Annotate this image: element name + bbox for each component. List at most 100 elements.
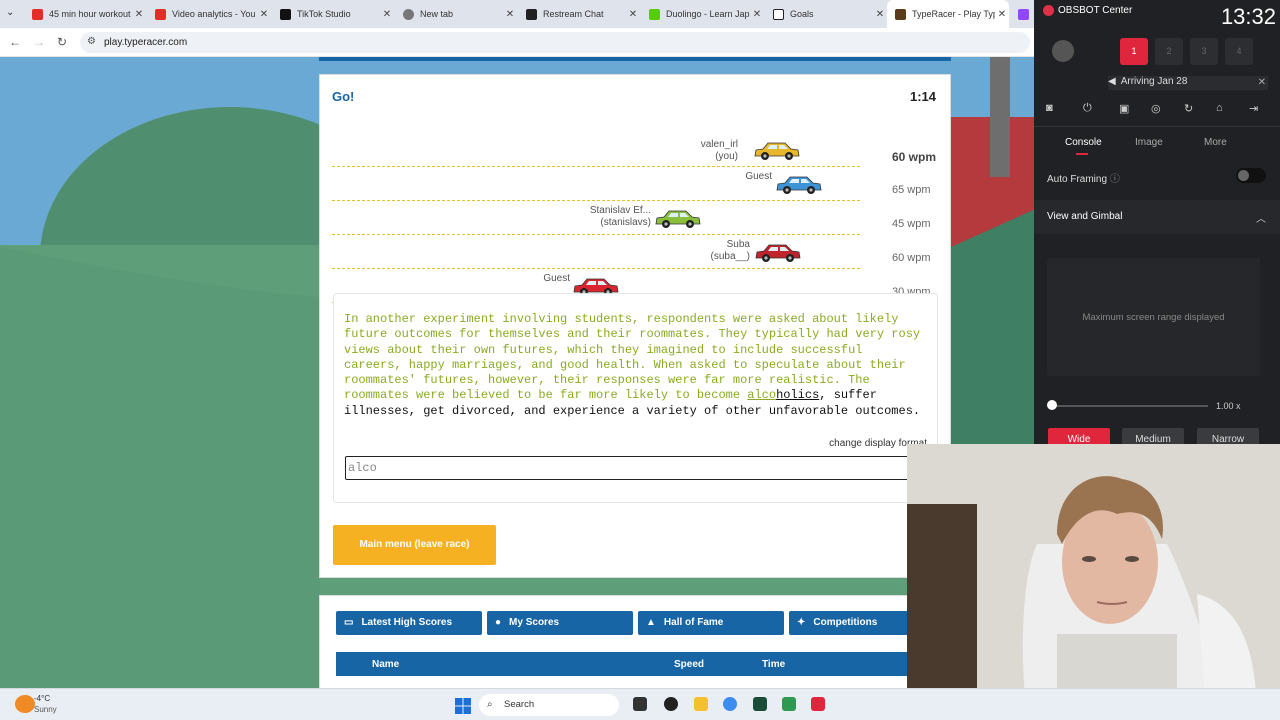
framing-medium-button[interactable]: Medium bbox=[1122, 428, 1184, 444]
column-time: Time bbox=[762, 659, 786, 670]
record-icon[interactable]: ▣ bbox=[1119, 102, 1129, 115]
browser-tab[interactable]: Goals ✕ bbox=[765, 0, 887, 28]
tab-indicator bbox=[1076, 153, 1088, 155]
close-tab-icon[interactable]: ✕ bbox=[626, 9, 640, 20]
task-view-icon[interactable] bbox=[633, 697, 647, 711]
weather-icon[interactable] bbox=[15, 695, 35, 713]
racer-lane: Guest 65 wpm bbox=[320, 167, 940, 201]
power-icon[interactable]: ⏻ bbox=[1083, 102, 1092, 115]
browser-tab[interactable]: Video analytics - You ✕ bbox=[147, 0, 271, 28]
main-menu-button[interactable]: Main menu (leave race) bbox=[333, 525, 496, 565]
address-bar[interactable]: play.typeracer.com bbox=[80, 32, 1030, 53]
passage-panel: In another experiment involving students… bbox=[333, 293, 938, 503]
obsbot-panel: OBSBOT Center 13:32 1 2 3 4 ◀ Arriving Ja… bbox=[1034, 0, 1280, 444]
zoom-slider-handle[interactable] bbox=[1047, 400, 1057, 410]
taskbar-search[interactable]: Search bbox=[479, 694, 619, 716]
tab-console[interactable]: Console bbox=[1065, 137, 1102, 148]
youtube-icon bbox=[155, 8, 166, 20]
tab-search-icon[interactable]: ⌄ bbox=[6, 7, 14, 18]
typing-input[interactable]: alco bbox=[345, 456, 915, 480]
forward-icon[interactable]: → bbox=[33, 35, 45, 49]
browser-tab-active[interactable]: TypeRacer - Play Typ ✕ bbox=[887, 0, 1009, 28]
refresh-icon[interactable]: ↻ bbox=[1184, 102, 1193, 115]
webcam-overlay bbox=[907, 444, 1280, 720]
app-icon[interactable] bbox=[753, 697, 767, 711]
browser-tab[interactable]: 45 min hour workout ✕ bbox=[24, 0, 146, 28]
column-speed: Speed bbox=[674, 659, 705, 670]
passage-current-typed: alco bbox=[747, 388, 777, 403]
spreadsheet-app-icon[interactable] bbox=[782, 697, 796, 711]
close-banner-icon[interactable]: ✕ bbox=[1258, 77, 1266, 88]
info-icon: ⓘ bbox=[1109, 174, 1120, 185]
notification-banner: ◀ Arriving Jan 28 bbox=[1108, 76, 1268, 90]
speaker-icon: ◀ bbox=[1108, 76, 1116, 87]
racer-name: Suba (suba__) bbox=[710, 239, 750, 262]
restream-icon bbox=[526, 8, 537, 20]
tracking-icon[interactable]: ◎ bbox=[1151, 102, 1161, 115]
racer-wpm: 45 wpm bbox=[892, 218, 931, 230]
browser-tab[interactable]: Duolingo - Learn Jap ✕ bbox=[641, 0, 764, 28]
racer-car bbox=[755, 244, 801, 262]
racer-name: valen_irl (you) bbox=[700, 139, 738, 162]
browser-tab[interactable]: TikTok Studio ✕ bbox=[272, 0, 394, 28]
tab-hall-of-fame[interactable]: ▲ Hall of Fame bbox=[638, 611, 784, 635]
obs-app-icon[interactable] bbox=[664, 697, 678, 711]
racer-wpm: 60 wpm bbox=[892, 252, 931, 264]
thumbs-up-icon: ▲ bbox=[646, 617, 656, 628]
device-slot-1[interactable]: 1 bbox=[1120, 38, 1148, 65]
browser-tab[interactable] bbox=[1010, 0, 1034, 28]
weather-temp: -4°C bbox=[34, 694, 51, 703]
tab-image[interactable]: Image bbox=[1135, 137, 1163, 148]
group-icon: ✦ bbox=[797, 617, 806, 628]
device-slot-2[interactable]: 2 bbox=[1155, 38, 1183, 65]
youtube-icon bbox=[32, 8, 43, 20]
racer-name: Stanislav Ef... (stanislavs) bbox=[589, 205, 651, 228]
windows-start-icon[interactable] bbox=[455, 698, 471, 714]
gimbal-icon[interactable]: ⌂ bbox=[1216, 102, 1223, 114]
race-panel: Go! 1:14 valen_irl (you) 60 wpm Guest 65 … bbox=[319, 74, 951, 578]
auto-framing-toggle[interactable] bbox=[1236, 168, 1266, 183]
tab-more[interactable]: More bbox=[1204, 137, 1227, 148]
race-status: Go! bbox=[332, 89, 355, 104]
exit-icon[interactable]: ⇥ bbox=[1249, 102, 1258, 115]
close-tab-icon[interactable]: ✕ bbox=[995, 9, 1009, 20]
close-tab-icon[interactable]: ✕ bbox=[380, 9, 394, 20]
chevron-up-icon[interactable]: ︿ bbox=[1256, 210, 1266, 225]
racer-car bbox=[776, 176, 822, 194]
avatar[interactable] bbox=[1052, 40, 1074, 62]
scores-panel: ▭ Latest High Scores ● My Scores ▲ Hall of … bbox=[319, 595, 951, 688]
divider bbox=[1034, 126, 1280, 127]
close-tab-icon[interactable]: ✕ bbox=[503, 9, 517, 20]
race-passage: In another experiment involving students… bbox=[344, 312, 922, 419]
overlay-clock: 13:32 bbox=[1220, 4, 1276, 29]
duolingo-icon bbox=[649, 8, 660, 20]
racer-car bbox=[754, 142, 800, 160]
framing-wide-button[interactable]: Wide bbox=[1048, 428, 1110, 444]
camera-icon[interactable]: ◙ bbox=[1046, 102, 1053, 114]
back-icon[interactable]: ← bbox=[9, 35, 21, 49]
obsbot-title: OBSBOT Center bbox=[1058, 5, 1133, 16]
racer-wpm: 60 wpm bbox=[892, 150, 937, 164]
device-slot-3[interactable]: 3 bbox=[1190, 38, 1218, 65]
close-tab-icon[interactable]: ✕ bbox=[873, 9, 887, 20]
column-name: Name bbox=[372, 659, 400, 670]
search-icon: ⌕ bbox=[487, 699, 493, 710]
tab-latest-high-scores[interactable]: ▭ Latest High Scores bbox=[336, 611, 482, 635]
user-icon: ● bbox=[495, 617, 502, 628]
reload-icon[interactable]: ↻ bbox=[57, 35, 67, 49]
zoom-slider[interactable] bbox=[1048, 405, 1208, 407]
browser-tab[interactable]: Restream Chat ✕ bbox=[518, 0, 640, 28]
framing-narrow-button[interactable]: Narrow bbox=[1197, 428, 1259, 444]
file-explorer-icon[interactable] bbox=[694, 697, 708, 711]
browser-tab[interactable]: New tab ✕ bbox=[395, 0, 517, 28]
taskbar: -4°C Sunny Search ⌕ bbox=[0, 688, 1280, 720]
close-tab-icon[interactable]: ✕ bbox=[750, 9, 764, 20]
close-tab-icon[interactable]: ✕ bbox=[132, 9, 146, 20]
site-info-icon[interactable]: ⚙ bbox=[87, 36, 96, 47]
racer-car bbox=[655, 210, 701, 228]
device-slot-4[interactable]: 4 bbox=[1225, 38, 1253, 65]
chrome-icon[interactable] bbox=[723, 697, 737, 711]
tab-my-scores[interactable]: ● My Scores bbox=[487, 611, 633, 635]
close-tab-icon[interactable]: ✕ bbox=[257, 9, 271, 20]
obsbot-app-icon[interactable] bbox=[811, 697, 825, 711]
